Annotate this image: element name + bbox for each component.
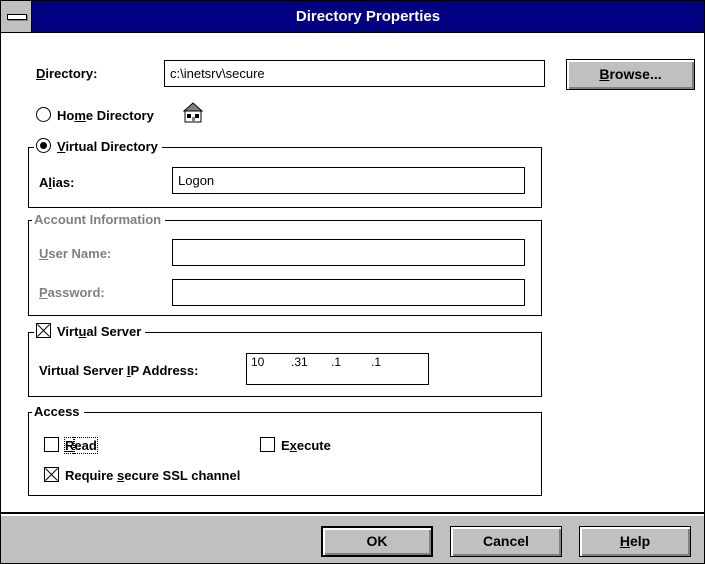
system-menu-icon[interactable] [1, 1, 32, 32]
window-title: Directory Properties [295, 8, 441, 25]
password-label: Password: [39, 285, 105, 300]
ip-octet-1[interactable]: 10 [251, 354, 291, 370]
separator [1, 512, 704, 514]
virtual-directory-radio[interactable]: Virtual Directory [34, 138, 162, 154]
require-ssl-check[interactable] [44, 467, 59, 482]
ok-button[interactable]: OK [321, 526, 433, 557]
home-directory-icon [182, 102, 204, 124]
home-directory-radio-circle[interactable] [36, 107, 51, 122]
home-directory-radio[interactable]: Home Directory [36, 107, 154, 123]
virtual-server-checkbox[interactable]: Virtual Server [34, 323, 146, 339]
ip-octet-4[interactable]: .1 [371, 354, 411, 370]
virtual-server-check[interactable] [36, 323, 51, 338]
password-input[interactable] [172, 279, 525, 306]
help-button[interactable]: Help [579, 526, 691, 557]
alias-label: Alias: [39, 175, 75, 190]
access-group [28, 412, 542, 496]
execute-checkbox[interactable]: Execute [260, 437, 331, 453]
account-information-label: Account Information [32, 212, 166, 227]
ip-octet-2[interactable]: .31 [291, 354, 331, 370]
virtual-server-ip-input[interactable]: 10.31.1.1 [246, 353, 429, 385]
directory-input[interactable]: c:\inetsrv\secure [164, 60, 545, 87]
alias-input[interactable]: Logon [172, 167, 525, 194]
browse-button[interactable]: Browse... [566, 59, 695, 90]
directory-label: Directory: [36, 66, 98, 81]
user-name-label: User Name: [39, 246, 112, 261]
execute-check[interactable] [260, 437, 275, 452]
title-bar[interactable]: Directory Properties [1, 1, 704, 33]
virtual-directory-radio-circle[interactable] [36, 138, 51, 153]
require-ssl-checkbox[interactable]: Require secure SSL channel [44, 467, 240, 483]
access-label: Access [32, 404, 84, 419]
read-checkbox[interactable]: Read [44, 437, 98, 454]
user-name-input[interactable] [172, 239, 525, 266]
virtual-server-ip-label: Virtual Server IP Address: [39, 363, 199, 378]
cancel-button[interactable]: Cancel [450, 526, 562, 557]
directory-properties-dialog: Directory Properties Directory: c:\inets… [0, 0, 705, 564]
read-check[interactable] [44, 437, 59, 452]
ip-octet-3[interactable]: .1 [331, 354, 371, 370]
